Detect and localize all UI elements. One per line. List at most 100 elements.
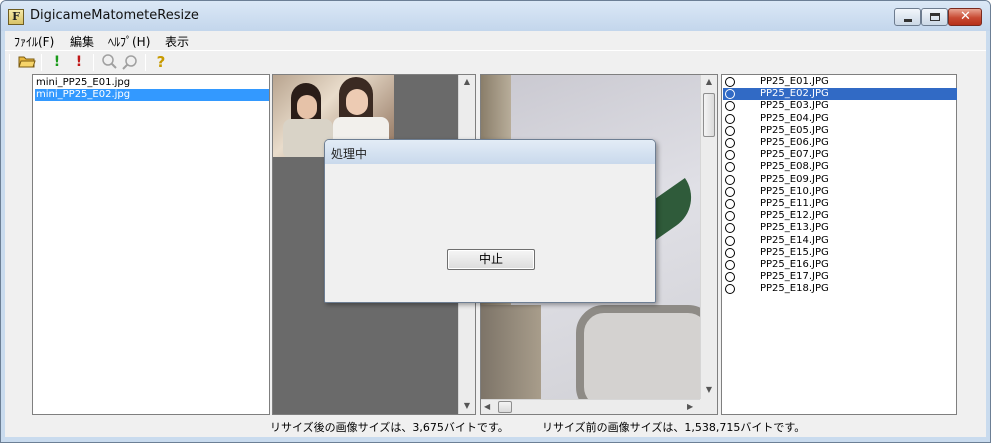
file-name: PP25_E17.JPG <box>760 271 829 283</box>
list-item[interactable]: PP25_E17.JPG <box>723 271 957 283</box>
file-name: PP25_E12.JPG <box>760 210 829 222</box>
list-item[interactable]: PP25_E13.JPG <box>723 222 957 234</box>
list-item[interactable]: PP25_E06.JPG <box>723 137 957 149</box>
menu-view[interactable]: 表示 <box>165 33 189 50</box>
list-item[interactable]: PP25_E04.JPG <box>723 113 957 125</box>
radio-icon[interactable] <box>725 284 735 295</box>
scroll-down-arrow-icon[interactable]: ▼ <box>459 401 475 410</box>
menu-help[interactable]: ﾍﾙﾌﾟ(H) <box>108 33 150 50</box>
radio-icon[interactable] <box>725 211 735 222</box>
file-name: PP25_E16.JPG <box>760 259 829 270</box>
close-button[interactable]: ✕ <box>948 8 982 26</box>
scroll-up-arrow-icon[interactable]: ▲ <box>701 77 717 86</box>
toolbar: ! ! ? <box>5 50 986 73</box>
file-name: PP25_E13.JPG <box>760 222 829 234</box>
radio-icon[interactable] <box>725 101 735 112</box>
list-item[interactable]: mini_PP25_E01.jpg <box>35 77 269 89</box>
file-name: PP25_E18.JPG <box>760 283 829 295</box>
file-name: PP25_E07.JPG <box>760 149 829 161</box>
zoom-out-icon[interactable] <box>121 53 141 72</box>
list-item[interactable]: PP25_E15.JPG <box>723 247 957 259</box>
status-size-after: リサイズ後の画像サイズは、3,675バイトです。 <box>270 421 509 434</box>
radio-icon[interactable] <box>725 186 735 197</box>
scroll-thumb[interactable] <box>703 93 715 137</box>
list-item[interactable]: PP25_E14.JPG <box>723 235 957 247</box>
radio-icon[interactable] <box>725 223 735 234</box>
file-name: PP25_E06.JPG <box>760 137 829 148</box>
menu-bar: ﾌｧｲﾙ(F) 編集 ﾍﾙﾌﾟ(H) 表示 <box>5 31 986 50</box>
list-item-selected[interactable]: PP25_E02.JPG <box>723 88 957 101</box>
processing-dialog: 処理中 中止 <box>324 139 656 303</box>
radio-icon[interactable] <box>725 125 735 136</box>
list-item[interactable]: PP25_E16.JPG <box>723 259 957 271</box>
close-icon: ✕ <box>960 9 971 24</box>
dialog-title: 処理中 <box>331 147 368 161</box>
list-item[interactable]: PP25_E08.JPG <box>723 161 957 173</box>
file-name: PP25_E05.JPG <box>760 124 829 136</box>
file-name: PP25_E08.JPG <box>760 161 829 173</box>
title-bar[interactable]: F DigicameMatometeResize ✕ <box>1 1 990 31</box>
scroll-up-arrow-icon[interactable]: ▲ <box>459 77 475 86</box>
radio-icon[interactable] <box>725 113 735 124</box>
file-name: PP25_E04.JPG <box>760 112 829 124</box>
list-item[interactable]: PP25_E07.JPG <box>723 149 957 161</box>
open-folder-icon[interactable] <box>17 53 37 72</box>
minimize-button[interactable] <box>894 8 921 26</box>
list-item[interactable]: PP25_E09.JPG <box>723 174 957 186</box>
source-file-list[interactable]: mini_PP25_E01.jpg mini_PP25_E02.jpg <box>32 74 270 415</box>
radio-icon[interactable] <box>725 260 735 270</box>
file-name: PP25_E02.JPG <box>760 88 829 100</box>
list-item[interactable]: PP25_E01.JPG <box>723 76 957 88</box>
dialog-title-bar[interactable]: 処理中 <box>325 140 655 164</box>
preview-vertical-scrollbar[interactable]: ▲ ▼ <box>700 75 717 399</box>
file-name: PP25_E09.JPG <box>760 173 829 185</box>
radio-icon[interactable] <box>725 199 735 209</box>
list-item[interactable]: PP25_E12.JPG <box>723 210 957 222</box>
preview-horizontal-scrollbar[interactable]: ◀ ▶ <box>481 399 700 414</box>
maximize-icon <box>930 13 940 21</box>
list-item[interactable]: PP25_E05.JPG <box>723 125 957 137</box>
list-item-selected[interactable]: mini_PP25_E02.jpg <box>35 89 269 101</box>
file-name: PP25_E10.JPG <box>760 185 829 197</box>
status-bar: リサイズ後の画像サイズは、3,675バイトです。 リサイズ前の画像サイズは、1,… <box>5 417 986 437</box>
status-size-before: リサイズ前の画像サイズは、1,538,715バイトです。 <box>542 421 806 434</box>
radio-icon[interactable] <box>725 174 735 185</box>
list-item[interactable]: PP25_E18.JPG <box>723 283 957 295</box>
radio-icon[interactable] <box>725 235 735 246</box>
maximize-button[interactable] <box>921 8 948 26</box>
list-item[interactable]: PP25_E11.JPG <box>723 198 957 210</box>
original-file-list[interactable]: PP25_E01.JPG PP25_E02.JPG PP25_E03.JPG PP25… <box>721 74 957 415</box>
zoom-in-icon[interactable] <box>99 53 119 72</box>
list-item[interactable]: PP25_E03.JPG <box>723 100 957 112</box>
file-name: PP25_E01.JPG <box>760 76 829 87</box>
radio-icon[interactable] <box>725 150 735 161</box>
toolbar-separator <box>145 54 146 71</box>
scroll-down-arrow-icon[interactable]: ▼ <box>701 385 717 394</box>
help-icon[interactable]: ? <box>151 53 171 72</box>
green-exclamation-icon[interactable]: ! <box>47 53 67 72</box>
menu-edit[interactable]: 編集 <box>70 33 94 50</box>
app-icon: F <box>8 9 24 25</box>
file-name: PP25_E15.JPG <box>760 246 829 258</box>
radio-icon[interactable] <box>725 162 735 173</box>
file-name: PP25_E14.JPG <box>760 234 829 246</box>
toolbar-separator <box>41 54 42 71</box>
red-exclamation-icon[interactable]: ! <box>69 53 89 72</box>
abort-button[interactable]: 中止 <box>447 249 535 270</box>
list-item[interactable]: PP25_E10.JPG <box>723 186 957 198</box>
scroll-right-arrow-icon[interactable]: ▶ <box>687 402 693 411</box>
dialog-body: 中止 <box>325 164 655 302</box>
scroll-left-arrow-icon[interactable]: ◀ <box>484 402 490 411</box>
radio-icon[interactable] <box>725 272 735 283</box>
radio-icon[interactable] <box>725 77 735 87</box>
scroll-thumb[interactable] <box>498 401 512 413</box>
menu-file[interactable]: ﾌｧｲﾙ(F) <box>14 33 54 50</box>
minimize-icon <box>904 19 912 22</box>
radio-icon[interactable] <box>725 89 735 100</box>
radio-icon[interactable] <box>725 138 735 148</box>
window-title: DigicameMatometeResize <box>30 8 199 23</box>
scrollbar-corner <box>700 399 717 414</box>
file-name: PP25_E11.JPG <box>760 198 829 209</box>
radio-icon[interactable] <box>725 247 735 258</box>
toolbar-separator <box>93 54 94 71</box>
